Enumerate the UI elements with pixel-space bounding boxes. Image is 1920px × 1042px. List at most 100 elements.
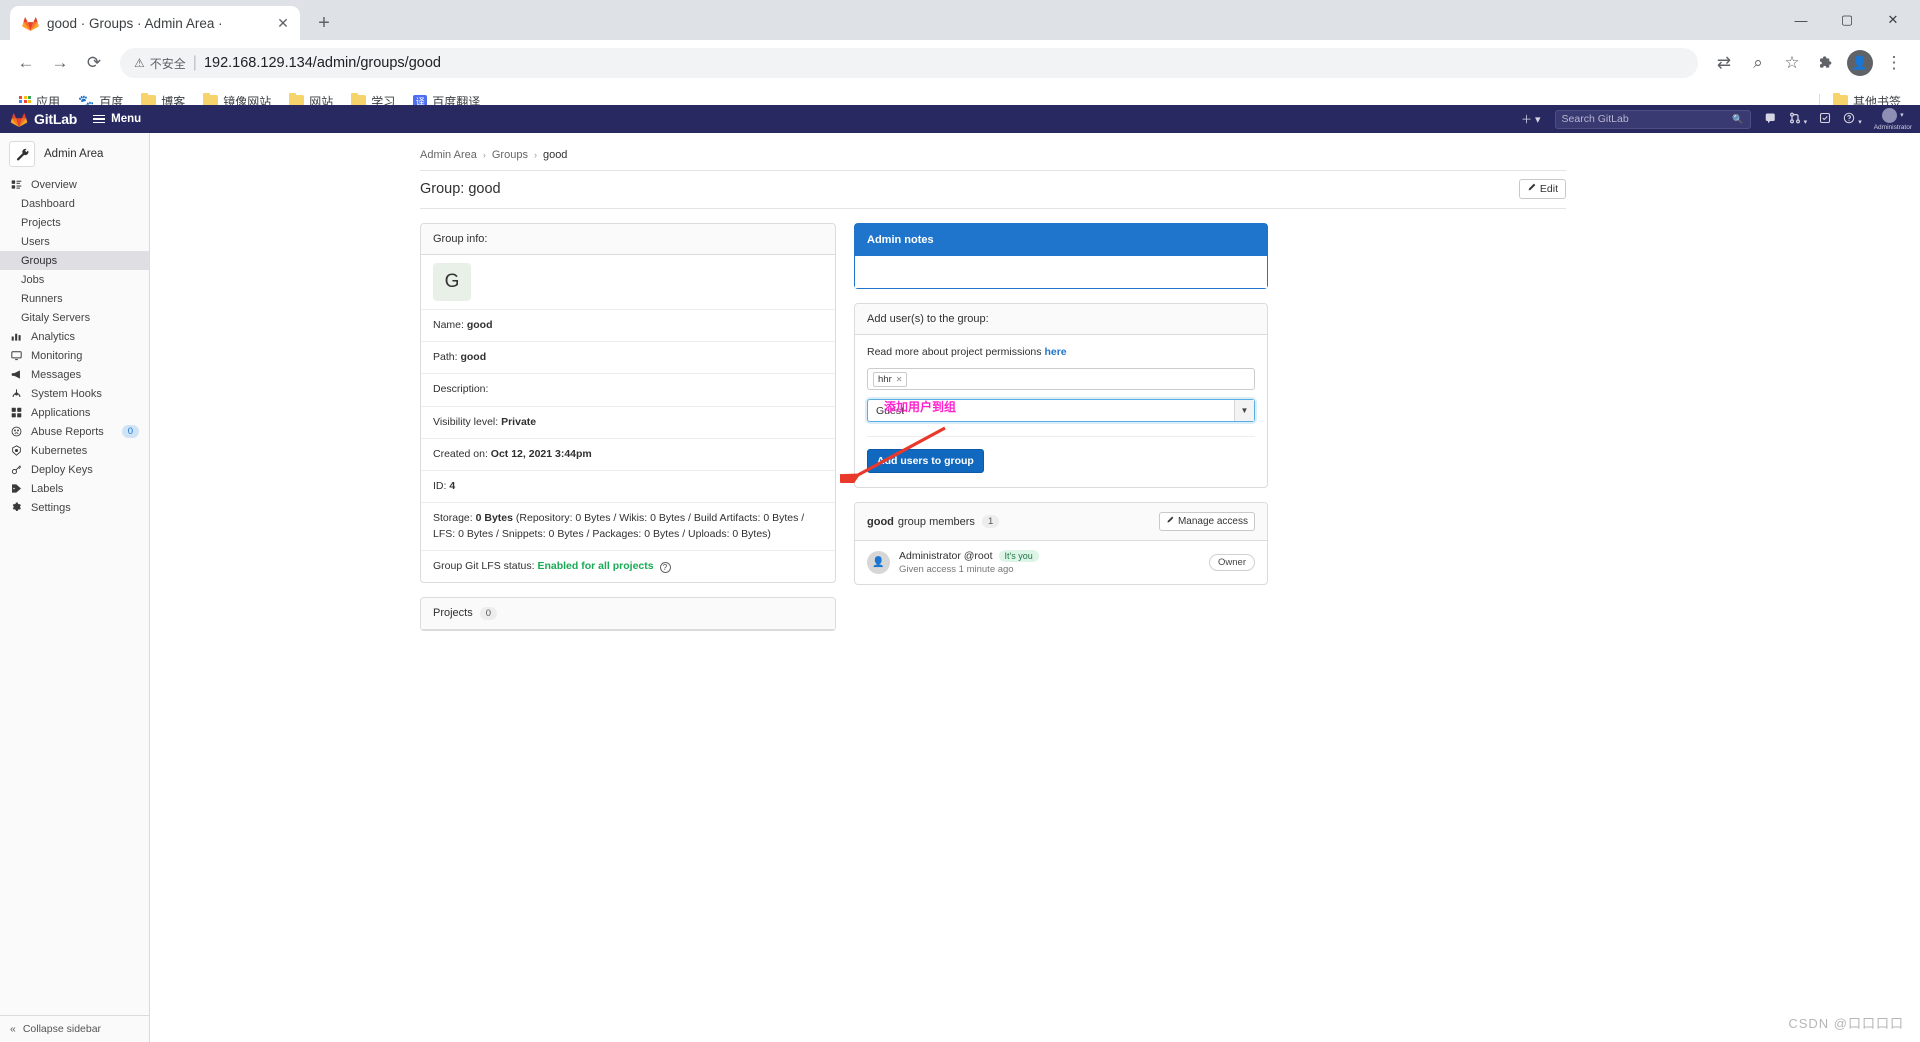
translate-icon[interactable]: ⇄ [1708,47,1740,79]
breadcrumb-admin-area[interactable]: Admin Area [420,149,477,161]
reload-icon[interactable]: ⟳ [78,47,110,79]
window-close-button[interactable]: ✕ [1870,0,1916,40]
not-secure-indicator[interactable]: ⚠ 不安全 [134,55,186,72]
manage-access-button[interactable]: Manage access [1158,512,1255,531]
search-icon: 🔍 [1732,113,1744,124]
sidebar-item-labels[interactable]: Labels [0,479,149,498]
collapse-sidebar-button[interactable]: « Collapse sidebar [0,1015,149,1042]
edit-button[interactable]: Edit [1518,179,1566,199]
sidebar-item-label: System Hooks [31,387,102,400]
member-name[interactable]: Administrator @root [899,550,993,562]
app-body: Admin Area Overview Dashboard Projects U… [0,133,1920,1042]
name-value: good [466,319,493,331]
sidebar-item-kubernetes[interactable]: Kubernetes [0,441,149,460]
sidebar-item-label: Runners [21,292,63,305]
warning-triangle-icon: ⚠ [134,56,145,70]
avatar: 👤 [867,551,890,574]
sidebar-header[interactable]: Admin Area [0,133,149,175]
user-name-label: Administrator [1873,123,1912,131]
browser-tab[interactable]: good · Groups · Admin Area · ✕ [10,6,300,40]
sidebar-item-gitaly-servers[interactable]: Gitaly Servers [0,308,149,327]
divider [867,436,1255,437]
permissions-text: Read more about project permissions here [867,346,1255,358]
sidebar-item-groups[interactable]: Groups [0,251,149,270]
gitlab-top-navbar: GitLab Menu ＋ ▾ Search GitLab 🔍 ▾ ▾ ▾ Ad… [0,105,1920,133]
address-bar[interactable]: ⚠ 不安全 | 192.168.129.134/admin/groups/goo… [120,48,1698,78]
path-label: Path: [433,351,458,364]
users-token-input[interactable]: hhr ✕ [867,368,1255,390]
permissions-link[interactable]: here [1044,346,1066,358]
back-icon[interactable]: ← [10,47,42,79]
visibility-label: Visibility level: [433,415,499,428]
lfs-label: Group Git LFS status: [433,559,535,572]
sidebar-items: Overview Dashboard Projects Users Groups [0,175,149,523]
sidebar-item-jobs[interactable]: Jobs [0,270,149,289]
sidebar-item-users[interactable]: Users [0,232,149,251]
abuse-icon [9,426,23,437]
left-column: Group info: G Name: good Path: good Desc… [420,223,836,645]
applications-icon [9,407,23,418]
overview-icon [9,179,23,190]
sidebar-item-overview[interactable]: Overview [0,175,149,194]
breadcrumb-good[interactable]: good [543,149,567,161]
profile-avatar-icon[interactable]: 👤 [1844,47,1876,79]
window-controls: — ▢ ✕ [1778,0,1920,40]
member-role-badge[interactable]: Owner [1209,554,1255,571]
sidebar-item-runners[interactable]: Runners [0,289,149,308]
forward-icon[interactable]: → [44,47,76,79]
sidebar-item-label: Monitoring [31,349,83,362]
breadcrumb-separator: › [482,150,486,160]
sidebar-item-applications[interactable]: Applications [0,403,149,422]
sidebar-item-deploy-keys[interactable]: Deploy Keys [0,460,149,479]
main-menu-button[interactable]: Menu [93,113,141,125]
extensions-icon[interactable] [1810,47,1842,79]
admin-notes-body[interactable] [855,256,1267,288]
browser-menu-icon[interactable]: ⋮ [1878,47,1910,79]
watermark: CSDN @口口口口 [1788,1016,1904,1031]
group-description-row: Description: [421,374,835,407]
merge-requests-icon[interactable]: ▾ [1789,112,1807,127]
search-input[interactable]: Search GitLab 🔍 [1554,109,1751,129]
breadcrumb-groups[interactable]: Groups [492,149,528,161]
gitlab-logo[interactable]: GitLab [10,111,77,128]
sidebar-header-label: Admin Area [44,148,104,160]
sidebar-item-label: Deploy Keys [31,463,93,476]
help-icon[interactable]: ▾ [1843,112,1862,127]
plus-icon: ＋ [1521,114,1533,126]
projects-count-badge: 0 [479,606,498,620]
sidebar-item-dashboard[interactable]: Dashboard [0,194,149,213]
main-content: Admin Area › Groups › good Group: good E… [150,133,1920,1042]
sidebar-item-projects[interactable]: Projects [0,213,149,232]
issues-icon[interactable] [1765,112,1777,127]
sidebar-item-abuse-reports[interactable]: Abuse Reports 0 [0,422,149,441]
bookmark-star-icon[interactable]: ☆ [1776,47,1808,79]
lfs-value: Enabled for all projects [537,559,654,572]
token-remove-icon[interactable]: ✕ [896,375,903,384]
hamburger-icon [93,114,106,124]
sidebar-item-messages[interactable]: Messages [0,365,149,384]
sidebar-item-label: Overview [31,178,77,191]
collapse-icon: « [10,1023,16,1035]
sidebar-item-system-hooks[interactable]: System Hooks [0,384,149,403]
gitlab-favicon-icon [22,15,39,32]
search-placeholder: Search GitLab [1561,113,1629,125]
add-users-to-group-button[interactable]: Add users to group [867,449,984,473]
search-page-icon[interactable]: ⌕ [1742,47,1774,79]
add-users-header: Add user(s) to the group: [855,304,1267,335]
user-menu-button[interactable]: ▾ Administrator [1873,107,1912,131]
gitlab-brand-label: GitLab [34,111,78,127]
todos-icon[interactable] [1819,112,1831,127]
minimize-button[interactable]: — [1778,0,1824,40]
maximize-button[interactable]: ▢ [1824,0,1870,40]
create-new-button[interactable]: ＋ ▾ [1521,111,1541,127]
help-circle-icon[interactable]: ? [659,562,671,574]
new-tab-button[interactable]: + [310,9,338,37]
group-avatar-row: G [421,255,835,310]
kubernetes-icon [9,445,23,456]
sidebar-item-label: Applications [31,406,91,419]
sidebar-item-settings[interactable]: Settings [0,498,149,517]
pencil-icon [1166,516,1174,527]
sidebar-item-analytics[interactable]: Analytics [0,327,149,346]
tab-close-icon[interactable]: ✕ [274,14,292,32]
sidebar-item-monitoring[interactable]: Monitoring [0,346,149,365]
